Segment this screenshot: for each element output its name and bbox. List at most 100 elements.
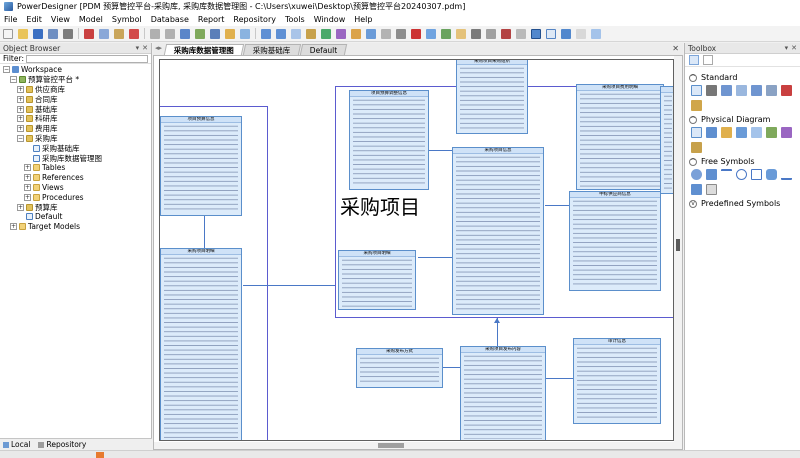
tree-item[interactable]: + References bbox=[0, 173, 151, 183]
menu-model[interactable]: Model bbox=[79, 15, 103, 24]
table-tool-icon[interactable] bbox=[691, 127, 702, 138]
relation-line[interactable] bbox=[204, 216, 205, 250]
align-icon[interactable] bbox=[381, 28, 391, 39]
procedure-tool-icon[interactable] bbox=[721, 127, 732, 138]
text-tool-icon[interactable] bbox=[706, 184, 717, 195]
line-tool-icon[interactable] bbox=[721, 169, 732, 180]
horizontal-scrollbar[interactable] bbox=[154, 442, 675, 449]
diagram-text-label[interactable]: 采购项目 bbox=[340, 191, 420, 220]
zoom-fit-icon[interactable] bbox=[291, 28, 301, 39]
copy-icon[interactable] bbox=[99, 28, 109, 39]
rounded-rect-tool-icon[interactable] bbox=[766, 169, 777, 180]
save-all-icon[interactable] bbox=[48, 28, 58, 39]
relation-line[interactable] bbox=[243, 285, 335, 286]
ellipse-tool-icon[interactable] bbox=[691, 169, 702, 180]
tab-repository[interactable]: Repository bbox=[38, 440, 86, 449]
tab-local[interactable]: Local bbox=[3, 440, 30, 449]
tree-item[interactable]: 采购基础库 bbox=[0, 143, 151, 153]
group-icon[interactable] bbox=[471, 28, 481, 39]
entity-project-budget[interactable]: 项目预算信息 bbox=[160, 116, 242, 216]
diagram-canvas[interactable]: 项目预算信息 采购项目明细 项目预算调整信息 采购项目采购组织 采购项目信息 采… bbox=[159, 59, 674, 441]
tree-item[interactable]: + 费用库 bbox=[0, 124, 151, 134]
tab-diagram-default[interactable]: Default bbox=[299, 44, 348, 55]
tree-item[interactable]: + 预算库 bbox=[0, 202, 151, 212]
relation-line[interactable] bbox=[545, 378, 575, 379]
menu-repository[interactable]: Repository bbox=[233, 15, 276, 24]
tree-item[interactable]: + 科研库 bbox=[0, 114, 151, 124]
entity-publish-method[interactable]: 采购发布方式 bbox=[356, 348, 443, 388]
entity-project-detail[interactable]: 采购项目明细 bbox=[160, 248, 242, 440]
window-list-icon[interactable] bbox=[576, 28, 586, 39]
expand-icon[interactable]: + bbox=[24, 183, 31, 191]
find-icon[interactable] bbox=[180, 28, 190, 39]
report-icon[interactable] bbox=[351, 28, 361, 39]
grabber-tool-icon[interactable] bbox=[706, 85, 717, 96]
send-back-icon[interactable] bbox=[516, 28, 526, 39]
open-diagram-tool-icon[interactable] bbox=[766, 85, 777, 96]
redo-icon[interactable] bbox=[165, 28, 175, 39]
properties-tool-icon[interactable] bbox=[691, 100, 702, 111]
text-icon[interactable] bbox=[456, 28, 466, 39]
expand-icon[interactable]: + bbox=[17, 105, 24, 113]
tree-item[interactable]: + 供应商库 bbox=[0, 85, 151, 95]
ungroup-icon[interactable] bbox=[486, 28, 496, 39]
undo-icon[interactable] bbox=[150, 28, 160, 39]
tree-item[interactable]: − 预算管控平台 * bbox=[0, 75, 151, 85]
collapse-icon[interactable]: − bbox=[10, 76, 17, 84]
tree-item[interactable]: − Workspace bbox=[0, 65, 151, 75]
entity-project-detail-org[interactable]: 采购项目明细 bbox=[338, 250, 416, 310]
expand-icon[interactable]: + bbox=[17, 125, 24, 133]
font-icon[interactable] bbox=[411, 28, 421, 39]
generate-icon[interactable] bbox=[321, 28, 331, 39]
tree-item[interactable]: 采购库数据管理图 bbox=[0, 153, 151, 163]
entity-procurement-org[interactable]: 采购项目采购组织 bbox=[456, 60, 528, 134]
line-icon[interactable] bbox=[441, 28, 451, 39]
expand-icon[interactable]: + bbox=[17, 115, 24, 123]
arc-tool-icon[interactable] bbox=[736, 169, 747, 180]
open-icon[interactable] bbox=[18, 28, 28, 39]
layout-icon[interactable] bbox=[366, 28, 376, 39]
tab-diagram-procurement-base[interactable]: 采购基础库 bbox=[242, 44, 301, 55]
format-icon[interactable] bbox=[396, 28, 406, 39]
menu-symbol[interactable]: Symbol bbox=[112, 15, 142, 24]
rectangle-tool-icon[interactable] bbox=[706, 169, 717, 180]
menu-help[interactable]: Help bbox=[354, 15, 372, 24]
reference-tool-icon[interactable] bbox=[736, 127, 747, 138]
close-tab-icon[interactable]: ✕ bbox=[672, 44, 679, 53]
tab-diagram-procurement-data[interactable]: 采购库数据管理图 bbox=[163, 44, 245, 55]
zoom-tool-icon[interactable] bbox=[721, 85, 732, 96]
zoom-in-tool-icon[interactable] bbox=[736, 85, 747, 96]
check-model-icon[interactable] bbox=[195, 28, 205, 39]
tree-item[interactable]: + 合同库 bbox=[0, 94, 151, 104]
menu-view[interactable]: View bbox=[51, 15, 70, 24]
expand-icon[interactable]: + bbox=[24, 174, 31, 182]
help-icon[interactable] bbox=[591, 28, 601, 39]
toolbox-section-standard[interactable]: ^ Standard bbox=[685, 72, 800, 83]
entity-procurement-project[interactable]: 采购项目信息 bbox=[452, 147, 544, 315]
window-cascade-icon[interactable] bbox=[561, 28, 571, 39]
pin-icon[interactable]: ▾ bbox=[136, 44, 140, 52]
relation-line[interactable] bbox=[418, 257, 452, 258]
collapse-icon[interactable]: − bbox=[3, 66, 10, 74]
tab-nav-icon[interactable]: ◂▸ bbox=[155, 44, 162, 52]
file-tool-icon[interactable] bbox=[781, 127, 792, 138]
tree-item[interactable]: + Target Models bbox=[0, 222, 151, 232]
collapse-icon[interactable]: − bbox=[17, 134, 24, 142]
expand-icon[interactable]: + bbox=[17, 95, 24, 103]
grid-view-icon[interactable] bbox=[689, 55, 699, 65]
vertical-scroll-thumb[interactable] bbox=[676, 239, 680, 251]
bring-front-icon[interactable] bbox=[501, 28, 511, 39]
entity-winning-supplier[interactable]: 中标供应商信息 bbox=[569, 191, 661, 291]
tree-item[interactable]: + Tables bbox=[0, 163, 151, 173]
tree-item[interactable]: + 基础库 bbox=[0, 104, 151, 114]
menu-edit[interactable]: Edit bbox=[26, 15, 42, 24]
horizontal-scroll-thumb[interactable] bbox=[378, 443, 404, 448]
browser-icon[interactable] bbox=[210, 28, 220, 39]
zoom-out-icon[interactable] bbox=[276, 28, 286, 39]
tree-item[interactable]: Default bbox=[0, 212, 151, 222]
zoom-out-tool-icon[interactable] bbox=[751, 85, 762, 96]
toolbox-section-physical-diagram[interactable]: ^ Physical Diagram bbox=[685, 114, 800, 125]
taskbar-app-icon[interactable] bbox=[96, 452, 104, 458]
delete-icon[interactable] bbox=[129, 28, 139, 39]
fill-icon[interactable] bbox=[426, 28, 436, 39]
